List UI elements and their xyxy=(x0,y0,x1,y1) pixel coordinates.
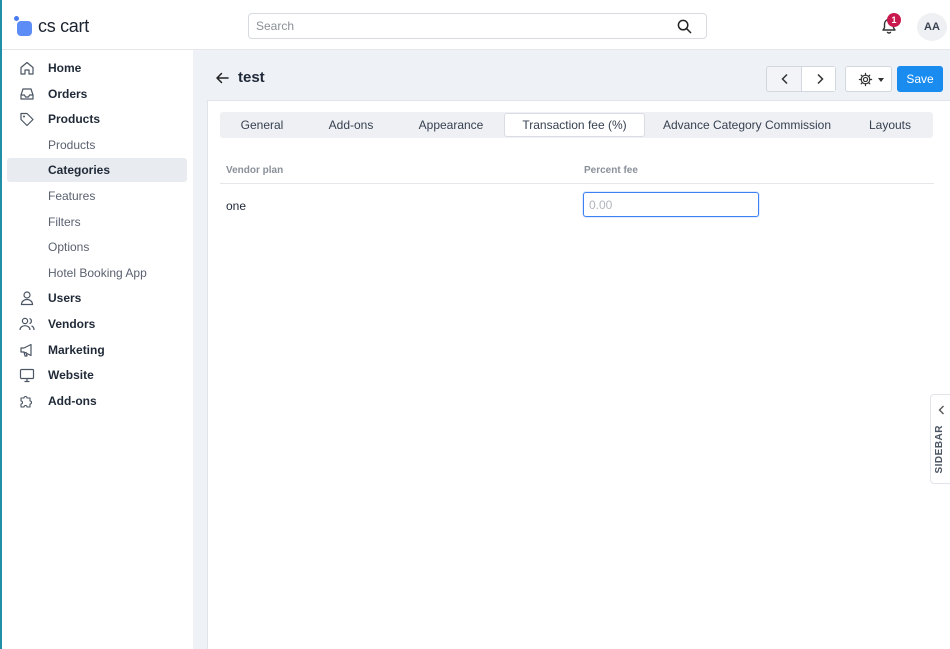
sidebar-subitem-filters[interactable]: Filters xyxy=(7,210,187,234)
sidebar-subitem-features[interactable]: Features xyxy=(7,184,187,208)
inbox-icon xyxy=(20,88,34,100)
chevron-left-icon xyxy=(938,405,944,415)
sidebar-item-website[interactable]: Website xyxy=(7,363,187,387)
search-input[interactable] xyxy=(249,14,649,38)
megaphone-icon xyxy=(20,343,32,357)
tab-general[interactable]: General xyxy=(220,112,304,138)
tab-advance-category-commission[interactable]: Advance Category Commission xyxy=(647,112,847,138)
next-button[interactable] xyxy=(800,67,835,91)
search-box xyxy=(248,13,707,39)
back-arrow-icon[interactable] xyxy=(215,71,229,85)
sidebar-item-label: Vendors xyxy=(48,317,96,331)
table-divider xyxy=(220,183,934,184)
sidebar-item-vendors[interactable]: Vendors xyxy=(7,312,187,336)
sidebar-item-label: Products xyxy=(48,112,101,126)
window-left-border xyxy=(0,0,2,649)
caret-down-icon xyxy=(878,78,884,82)
sidebar-item-label: Categories xyxy=(48,163,111,177)
notification-badge: 1 xyxy=(887,13,901,27)
chevron-right-icon xyxy=(817,73,824,85)
prev-next-group xyxy=(766,66,836,92)
content-card: General Add-ons Appearance Transaction f… xyxy=(207,100,950,649)
puzzle-icon xyxy=(20,396,32,408)
column-header-vendor-plan: Vendor plan xyxy=(226,165,284,176)
sidebar-subitem-options[interactable]: Options xyxy=(7,235,187,259)
logo-mark-icon xyxy=(14,16,34,36)
sidebar-item-add-ons[interactable]: Add-ons xyxy=(7,389,187,413)
logo-text: cs cart xyxy=(38,15,89,36)
sidebar-item-label: Users xyxy=(48,291,82,305)
sidebar-toggle-label: SIDEBAR xyxy=(934,425,945,474)
users-icon xyxy=(19,317,35,331)
tab-bar: General Add-ons Appearance Transaction f… xyxy=(220,112,933,138)
sidebar-item-users[interactable]: Users xyxy=(7,286,187,310)
gear-icon xyxy=(858,72,873,87)
sidebar: Home Orders Products Products Categories… xyxy=(2,50,193,649)
search-icon[interactable] xyxy=(677,19,692,34)
sidebar-item-home[interactable]: Home xyxy=(7,56,187,80)
home-icon xyxy=(20,61,34,75)
page-title: test xyxy=(238,69,265,86)
user-icon xyxy=(20,291,34,306)
logo[interactable]: cs cart xyxy=(14,15,89,37)
tab-add-ons[interactable]: Add-ons xyxy=(304,112,398,138)
sidebar-item-label: Hotel Booking App xyxy=(48,266,147,280)
sidebar-item-label: Website xyxy=(48,368,94,382)
tab-appearance[interactable]: Appearance xyxy=(398,112,504,138)
tab-transaction-fee[interactable]: Transaction fee (%) xyxy=(504,113,645,137)
chevron-left-icon xyxy=(781,73,788,85)
tab-layouts[interactable]: Layouts xyxy=(847,112,933,138)
sidebar-item-label: Orders xyxy=(48,87,88,101)
sidebar-item-label: Home xyxy=(48,61,82,75)
main-content: test Save General Add-ons Appearance Tra… xyxy=(193,50,950,649)
table-cell-vendor-plan: one xyxy=(226,199,247,213)
sidebar-item-label: Marketing xyxy=(48,343,105,357)
avatar[interactable]: AA xyxy=(917,13,947,41)
sidebar-item-marketing[interactable]: Marketing xyxy=(7,338,187,362)
sidebar-subitem-categories[interactable]: Categories xyxy=(7,158,187,182)
sidebar-subitem-products[interactable]: Products xyxy=(7,133,187,157)
tag-icon xyxy=(20,112,34,127)
sidebar-item-label: Filters xyxy=(48,215,81,229)
sidebar-subitem-hotel-booking-app[interactable]: Hotel Booking App xyxy=(7,261,187,285)
sidebar-item-products[interactable]: Products xyxy=(7,107,187,131)
sidebar-item-orders[interactable]: Orders xyxy=(7,82,187,106)
right-sidebar-toggle[interactable]: SIDEBAR xyxy=(930,394,950,484)
prev-button[interactable] xyxy=(767,67,801,91)
column-header-percent-fee: Percent fee xyxy=(584,165,638,176)
sidebar-item-label: Products xyxy=(48,138,96,152)
monitor-icon xyxy=(19,368,35,383)
save-button[interactable]: Save xyxy=(897,66,943,92)
sidebar-item-label: Features xyxy=(48,189,96,203)
percent-fee-input[interactable] xyxy=(583,192,759,217)
sidebar-item-label: Options xyxy=(48,240,90,254)
top-header: cs cart 1 AA xyxy=(0,0,950,50)
settings-dropdown-button[interactable] xyxy=(845,66,892,92)
sidebar-item-label: Add-ons xyxy=(48,394,97,408)
